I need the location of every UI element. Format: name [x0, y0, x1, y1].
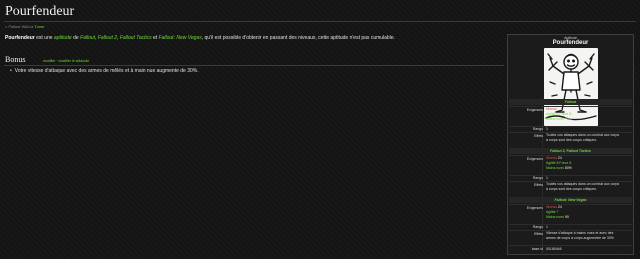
breadcrumb: < Fallout Wiki:ia Tuner — [5, 24, 45, 29]
req-skill-value: 80% — [563, 166, 572, 170]
requirements-label: Exigences — [526, 108, 543, 112]
bonus-bullet: Votre vitesse d'attaque avec des armes d… — [10, 68, 199, 74]
breadcrumb-prefix: < Fallout Wiki:ia — [5, 24, 34, 29]
req-skill-value: 90 — [563, 215, 569, 219]
intro-text: est une — [34, 35, 54, 41]
requirements-label: Exigences — [526, 157, 543, 161]
infobox-game-new-vegas[interactable]: Fallout: New Vegas — [509, 197, 632, 203]
page-title: Pourfendeur — [5, 4, 75, 19]
req-agility-link[interactable]: Agilité 8 — [546, 112, 558, 116]
req-level-link[interactable]: Niveau — [546, 205, 557, 209]
infobox-title: Pourfendeur — [552, 40, 589, 46]
intro-text: , qu'il est possible d'obtenir en passan… — [201, 35, 395, 41]
req-skill-value: 80% — [563, 117, 572, 121]
req-level-link[interactable]: Niveau — [546, 107, 557, 111]
ranks-label: Rangs — [532, 127, 543, 131]
section-edit-link[interactable]: modifier · modifier le wikicode — [43, 59, 89, 63]
intro-paragraph: Pourfendeur est une aptitude de Fallout,… — [5, 35, 500, 42]
infobox-effects-row: Effets Toutes vos attaques dans un comba… — [509, 181, 632, 196]
section-divider — [4, 65, 504, 66]
req-skill-link[interactable]: Mains nues — [546, 117, 564, 121]
requirements-value: Niveau 24 Agilité 8 Force 8 Mains nues 8… — [546, 156, 631, 171]
req-strength-link[interactable]: Force 8 — [558, 161, 571, 165]
effects-line: à corps sont des coups critiques. — [546, 187, 597, 191]
intro-text: et — [151, 35, 159, 41]
requirements-value: Niveau 15 Agilité 8 Force 8 Mains nues 8… — [546, 107, 631, 122]
effects-value: Toutes vos attaques dans un combat aux c… — [546, 133, 631, 143]
infobox-game-fallout[interactable]: Fallout — [509, 99, 632, 105]
req-level-value: 24 — [556, 205, 562, 209]
link-fallout-2[interactable]: Fallout 2 — [98, 35, 117, 41]
link-fallout-tactics[interactable]: Fallout Tactics — [120, 35, 152, 41]
infobox: Aptitude Pourfendeur Fallout Exigences N… — [507, 34, 634, 255]
req-strength-link[interactable]: Force 8 — [558, 112, 571, 116]
infobox-effects-row: Effets Vitesse d'attaque à mains nues et… — [509, 230, 632, 245]
infobox-requirements-row: Exigences Niveau 24 Agilité 7 Mains nues… — [509, 204, 632, 225]
base-id-value: 00165446 — [546, 247, 562, 251]
link-aptitude[interactable]: aptitude — [54, 35, 72, 41]
effects-label: Effets — [534, 232, 543, 236]
effects-label: Effets — [534, 183, 543, 187]
link-fallout[interactable]: Fallout — [80, 35, 95, 41]
infobox-game-fallout-2-tactics[interactable]: Fallout 2, Fallout Tactics — [509, 148, 632, 154]
req-skill-link[interactable]: Mains nues — [546, 215, 564, 219]
effects-line: armes de corps à corps augmentée de 30% — [546, 236, 614, 240]
infobox-requirements-row: Exigences Niveau 15 Agilité 8 Force 8 Ma… — [509, 106, 632, 127]
title-divider — [4, 21, 636, 22]
base-id-label: base id — [531, 247, 543, 251]
req-level-value: 15 — [556, 107, 562, 111]
effects-value: Vitesse d'attaque à mains nues et avec d… — [546, 231, 631, 241]
req-agility-link[interactable]: Agilité 7 — [546, 210, 558, 214]
requirements-value: Niveau 24 Agilité 7 Mains nues 90 — [546, 205, 631, 220]
infobox-base-id-row: base id 00165446 — [509, 245, 632, 254]
intro-subject: Pourfendeur — [5, 35, 35, 41]
breadcrumb-link[interactable]: Tuner — [34, 24, 44, 29]
effects-line: à corps sont des coups critiques. — [546, 138, 597, 142]
ranks-label: Rangs — [532, 225, 543, 229]
effects-label: Effets — [534, 134, 543, 138]
req-agility-link[interactable]: Agilité 8 — [546, 161, 558, 165]
intro-text: de — [71, 35, 81, 41]
infobox-effects-row: Effets Toutes vos attaques dans un comba… — [509, 132, 632, 147]
link-fallout-new-vegas[interactable]: Fallout: New Vegas — [159, 35, 202, 41]
req-level-link[interactable]: Niveau — [546, 156, 557, 160]
effects-value: Toutes vos attaques dans un combat aux c… — [546, 182, 631, 192]
req-level-value: 24 — [556, 156, 562, 160]
requirements-label: Exigences — [526, 206, 543, 210]
infobox-requirements-row: Exigences Niveau 24 Agilité 8 Force 8 Ma… — [509, 155, 632, 176]
section-heading-bonus: Bonus — [5, 55, 26, 64]
req-skill-link[interactable]: Mains nues — [546, 166, 564, 170]
ranks-label: Rangs — [532, 176, 543, 180]
